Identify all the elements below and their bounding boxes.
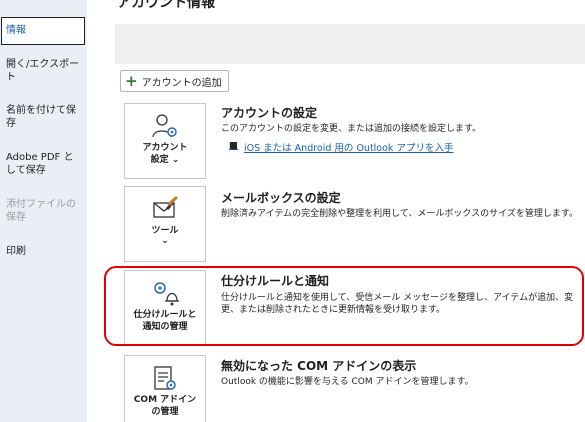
chevron-down-icon: ⌄	[161, 236, 169, 246]
outlook-app-link[interactable]: ■ iOS または Android 用の Outlook アプリを入手	[229, 140, 453, 154]
account-settings-tile-label: アカウント 設定 ⌄	[142, 143, 188, 165]
mailbox-tools-icon	[153, 195, 178, 218]
main-panel: アカウント情報 + アカウントの追加 アカウント 設定 ⌄ アカウントの設定 こ…	[87, 0, 585, 422]
sidebar-item-save-as[interactable]: 名前を付けて保存	[0, 104, 80, 130]
account-settings-icon	[152, 114, 177, 138]
outlook-app-link-text[interactable]: iOS または Android 用の Outlook アプリを入手	[244, 140, 453, 154]
com-addins-icon	[154, 366, 176, 390]
com-addins-title: 無効になった COM アドインの表示	[221, 359, 417, 373]
rules-alerts-icon	[154, 282, 179, 306]
sidebar-item-save-attachments: 添付ファイルの保存	[6, 199, 76, 223]
tools-tile-label: ツール ⌄	[151, 226, 179, 246]
backstage-sidebar: 情報 開く/エクスポート 名前を付けて保存 Adobe PDF として保存 添付…	[0, 0, 87, 422]
account-settings-title: アカウントの設定	[221, 106, 318, 120]
rules-alerts-desc: 仕分けルールと通知を使用して、受信メール メッセージを整理し、アイテムが追加、変…	[221, 293, 574, 315]
com-addins-desc: Outlook の機能に影響を与える COM アドインを管理します。	[221, 377, 474, 387]
page-title: アカウント情報	[117, 0, 215, 11]
sidebar-item-info[interactable]: 情報	[1, 17, 85, 45]
sidebar-item-save-as-pdf[interactable]: Adobe PDF として保存	[0, 151, 80, 177]
mailbox-settings-title: メールボックスの設定	[221, 191, 341, 205]
com-addins-tile[interactable]: COM アドイン の管理	[124, 355, 206, 422]
chevron-down-icon: ⌄	[171, 155, 180, 165]
add-account-label: アカウントの追加	[141, 77, 222, 89]
account-selector-band[interactable]	[115, 24, 585, 64]
manage-rules-tile[interactable]: 仕分けルールと 通知の管理	[124, 270, 206, 346]
add-account-button[interactable]: + アカウントの追加	[120, 70, 229, 92]
account-settings-desc: このアカウントの設定を変更、または追加の接続を設定します。	[221, 124, 482, 134]
account-settings-tile[interactable]: アカウント 設定 ⌄	[124, 103, 206, 179]
manage-rules-tile-label: 仕分けルールと 通知の管理	[133, 310, 197, 332]
sidebar-item-open-export[interactable]: 開く/エクスポート	[0, 58, 87, 84]
tools-tile[interactable]: ツール ⌄	[124, 186, 206, 262]
mailbox-settings-desc: 削除済みアイテムの完全削除や整理を利用して、メールボックスのサイズを管理します。	[221, 209, 578, 219]
plus-icon: +	[125, 71, 138, 90]
com-addins-tile-label: COM アドイン の管理	[133, 395, 197, 417]
sidebar-item-print[interactable]: 印刷	[0, 245, 87, 258]
bullet-icon: ■	[229, 140, 238, 151]
rules-alerts-title: 仕分けルールと通知	[221, 274, 330, 288]
